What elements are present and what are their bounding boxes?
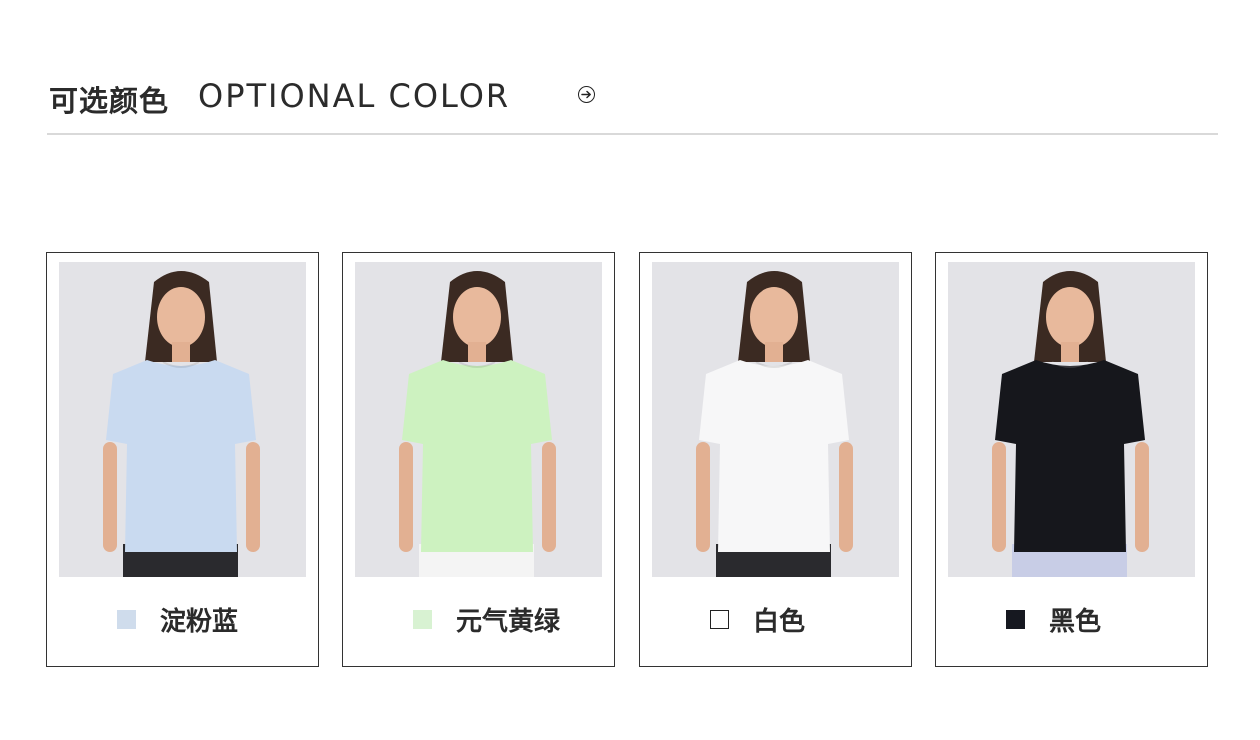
product-photo — [652, 262, 899, 577]
color-label-row: 白色 — [640, 601, 911, 637]
color-name: 白色 — [753, 607, 806, 637]
color-label-row: 黑色 — [936, 601, 1207, 637]
color-swatch — [710, 610, 729, 629]
section-title-cn: 可选颜色 — [49, 84, 170, 118]
product-photo — [948, 262, 1195, 577]
circle-arrow-right-icon[interactable] — [578, 86, 595, 103]
color-card-white[interactable]: 白色 — [639, 252, 912, 667]
product-photo — [355, 262, 602, 577]
color-label-row: 元气黄绿 — [343, 601, 614, 637]
color-swatch — [117, 610, 136, 629]
color-swatch — [413, 610, 432, 629]
product-photo — [59, 262, 306, 577]
color-name: 元气黄绿 — [456, 607, 561, 637]
header-divider — [47, 133, 1218, 135]
color-swatch — [1006, 610, 1025, 629]
color-name: 黑色 — [1049, 607, 1102, 637]
section-header: 可选颜色 OPTIONAL COLOR — [47, 74, 1218, 118]
color-card-black[interactable]: 黑色 — [935, 252, 1208, 667]
color-label-row: 淀粉蓝 — [47, 601, 318, 637]
color-card-blue[interactable]: 淀粉蓝 — [46, 252, 319, 667]
section-title-en: OPTIONAL COLOR — [198, 77, 511, 115]
color-card-green[interactable]: 元气黄绿 — [342, 252, 615, 667]
color-name: 淀粉蓝 — [160, 607, 239, 637]
